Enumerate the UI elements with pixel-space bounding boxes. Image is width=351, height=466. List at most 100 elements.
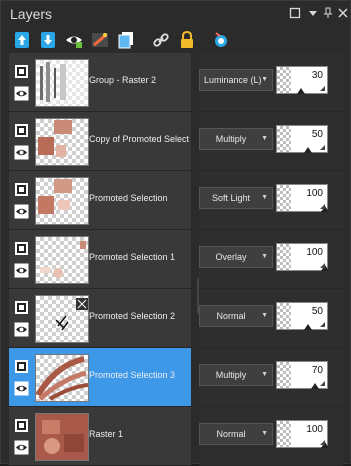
opacity-corner-icon: [320, 322, 325, 327]
opacity-slider[interactable]: 70: [276, 361, 328, 389]
opacity-corner-icon: [320, 381, 325, 386]
opacity-marker: [304, 147, 312, 153]
duplicate-layer-icon[interactable]: [116, 30, 136, 50]
layer-row-5[interactable]: Promoted Selection 2 Normal ▼ 50: [9, 289, 343, 348]
layer-row-6[interactable]: Promoted Selection 3 Multiply ▼ 70: [9, 348, 343, 407]
link-icon[interactable]: [151, 30, 171, 50]
opacity-corner-icon: [320, 204, 325, 209]
layer-row-2[interactable]: Copy of Promoted Selection Multiply ▼ 50: [9, 112, 343, 171]
layer-row-info[interactable]: Raster 1: [9, 407, 191, 466]
layer-thumbnail: [35, 236, 89, 284]
layer-type-icon[interactable]: [14, 182, 29, 197]
chevron-down-icon: ▼: [261, 371, 268, 378]
blend-mode-dropdown[interactable]: Luminance (L) ▼: [199, 69, 273, 91]
layer-thumbnail: [35, 295, 89, 343]
opacity-value: 50: [311, 129, 323, 140]
layer-row-7[interactable]: Raster 1 Normal ▼ 100: [9, 407, 343, 466]
blend-mode-value: Luminance (L): [204, 75, 262, 85]
layer-name: Promoted Selection 3: [89, 370, 176, 380]
opacity-transparency-swatch: [277, 303, 291, 329]
layer-row-properties: Multiply ▼ 70: [199, 348, 343, 407]
blend-mode-dropdown[interactable]: Soft Light ▼: [199, 187, 273, 209]
layer-thumbnail: [35, 354, 89, 402]
visibility-eye-icon[interactable]: [14, 322, 29, 337]
layer-row-info[interactable]: Promoted Selection 1: [9, 230, 191, 289]
layer-row-properties: Normal ▼ 100: [199, 407, 343, 466]
opacity-corner-icon: [320, 263, 325, 268]
opacity-slider[interactable]: 30: [276, 66, 328, 94]
visibility-eye-icon[interactable]: [14, 440, 29, 455]
opacity-value: 70: [311, 365, 323, 376]
chevron-down-icon: ▼: [261, 76, 268, 83]
chevron-down-icon: ▼: [261, 135, 268, 142]
layer-row-info[interactable]: Promoted Selection 3: [9, 348, 191, 407]
blend-mode-value: Soft Light: [211, 193, 251, 203]
blend-mode-value: Normal: [216, 429, 246, 439]
layer-list: Group - Raster 2 Luminance (L) ▼ 30 Copy…: [9, 53, 343, 466]
opacity-value: 100: [306, 247, 323, 258]
layer-row-4[interactable]: Promoted Selection 1 Overlay ▼ 100: [9, 230, 343, 289]
new-mask-layer-icon[interactable]: [64, 30, 84, 50]
layer-row-info[interactable]: Copy of Promoted Selection: [9, 112, 191, 171]
blend-mode-value: Normal: [216, 311, 246, 321]
layer-row-info[interactable]: Promoted Selection: [9, 171, 191, 230]
blend-mode-dropdown[interactable]: Multiply ▼: [199, 128, 273, 150]
layer-thumbnail: [35, 177, 89, 225]
blend-mode-dropdown[interactable]: Normal ▼: [199, 305, 273, 327]
layer-row-info[interactable]: Promoted Selection 2: [9, 289, 191, 348]
layer-row-info[interactable]: Group - Raster 2: [9, 53, 191, 112]
layer-type-icon[interactable]: [14, 359, 29, 374]
layer-type-icon[interactable]: [14, 64, 29, 79]
new-raster-layer-icon[interactable]: [12, 30, 32, 50]
blend-mode-value: Overlay: [215, 252, 247, 262]
opacity-transparency-swatch: [277, 362, 291, 388]
opacity-transparency-swatch: [277, 67, 291, 93]
layers-toolbar: [1, 27, 350, 53]
lock-icon[interactable]: [177, 30, 197, 50]
layer-row-properties: Normal ▼ 50: [199, 289, 343, 348]
opacity-slider[interactable]: 100: [276, 420, 329, 448]
close-icon[interactable]: [337, 7, 349, 19]
layer-row-properties: Overlay ▼ 100: [199, 230, 343, 289]
layer-type-icon[interactable]: [14, 300, 29, 315]
opacity-value: 100: [306, 188, 323, 199]
opacity-transparency-swatch: [277, 421, 291, 447]
opacity-slider[interactable]: 50: [276, 125, 328, 153]
blend-mode-dropdown[interactable]: Multiply ▼: [199, 364, 273, 386]
layer-type-icon[interactable]: [14, 241, 29, 256]
layers-panel: Layers Group - Raster 2 Luminance (L) ▼ …: [0, 0, 351, 466]
opacity-corner-icon: [320, 86, 325, 91]
layer-name: Promoted Selection: [89, 193, 168, 203]
delete-layer-icon[interactable]: [211, 30, 231, 50]
opacity-corner-icon: [320, 440, 325, 445]
panel-titlebar: Layers: [1, 1, 350, 27]
visibility-eye-icon[interactable]: [14, 86, 29, 101]
dropdown-icon[interactable]: [307, 7, 319, 19]
visibility-eye-icon[interactable]: [14, 381, 29, 396]
opacity-slider[interactable]: 100: [276, 243, 329, 271]
visibility-eye-icon[interactable]: [14, 263, 29, 278]
layer-thumbnail: [35, 59, 89, 107]
new-vector-layer-icon[interactable]: [38, 30, 58, 50]
blend-mode-value: Multiply: [215, 134, 247, 144]
layer-name: Group - Raster 2: [89, 75, 157, 85]
layer-row-1[interactable]: Group - Raster 2 Luminance (L) ▼ 30: [9, 53, 343, 112]
chevron-down-icon: ▼: [261, 253, 268, 260]
blend-mode-dropdown[interactable]: Normal ▼: [199, 423, 273, 445]
layer-row-3[interactable]: Promoted Selection Soft Light ▼ 100: [9, 171, 343, 230]
layer-thumbnail: [35, 118, 89, 166]
layer-type-icon[interactable]: [14, 123, 29, 138]
visibility-eye-icon[interactable]: [14, 145, 29, 160]
opacity-slider[interactable]: 50: [276, 302, 328, 330]
blend-mode-dropdown[interactable]: Overlay ▼: [199, 246, 273, 268]
layer-row-properties: Soft Light ▼ 100: [199, 171, 343, 230]
opacity-slider[interactable]: 100: [276, 184, 329, 212]
restore-icon[interactable]: [289, 7, 301, 19]
pin-icon[interactable]: [322, 7, 334, 19]
layer-name: Raster 1: [89, 429, 124, 439]
layer-type-icon[interactable]: [14, 418, 29, 433]
visibility-eye-icon[interactable]: [14, 204, 29, 219]
layer-row-properties: Multiply ▼ 50: [199, 112, 343, 171]
new-adjustment-layer-icon[interactable]: [90, 30, 110, 50]
chevron-down-icon: ▼: [261, 312, 268, 319]
